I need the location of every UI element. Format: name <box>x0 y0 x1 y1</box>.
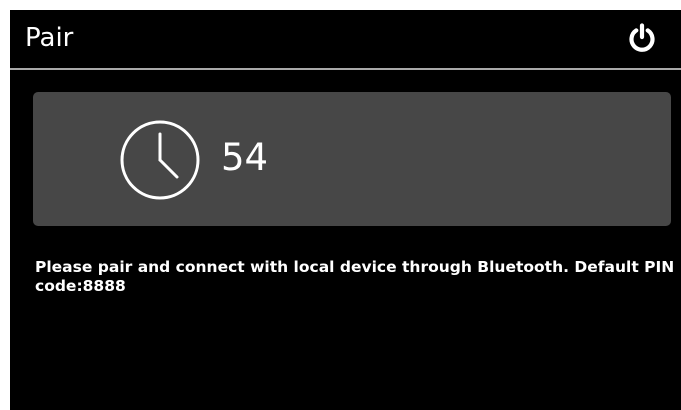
countdown-value: 54 <box>221 136 269 179</box>
power-icon <box>629 23 655 52</box>
page-title: Pair <box>25 23 74 53</box>
power-button[interactable] <box>624 20 660 56</box>
header-bar: Pair <box>10 10 681 70</box>
pair-screen: Pair 54 Please pair and connect with loc… <box>10 10 681 410</box>
pairing-instructions: Please pair and connect with local devic… <box>35 258 675 295</box>
countdown-panel: 54 <box>33 92 671 226</box>
clock-icon <box>120 120 200 200</box>
